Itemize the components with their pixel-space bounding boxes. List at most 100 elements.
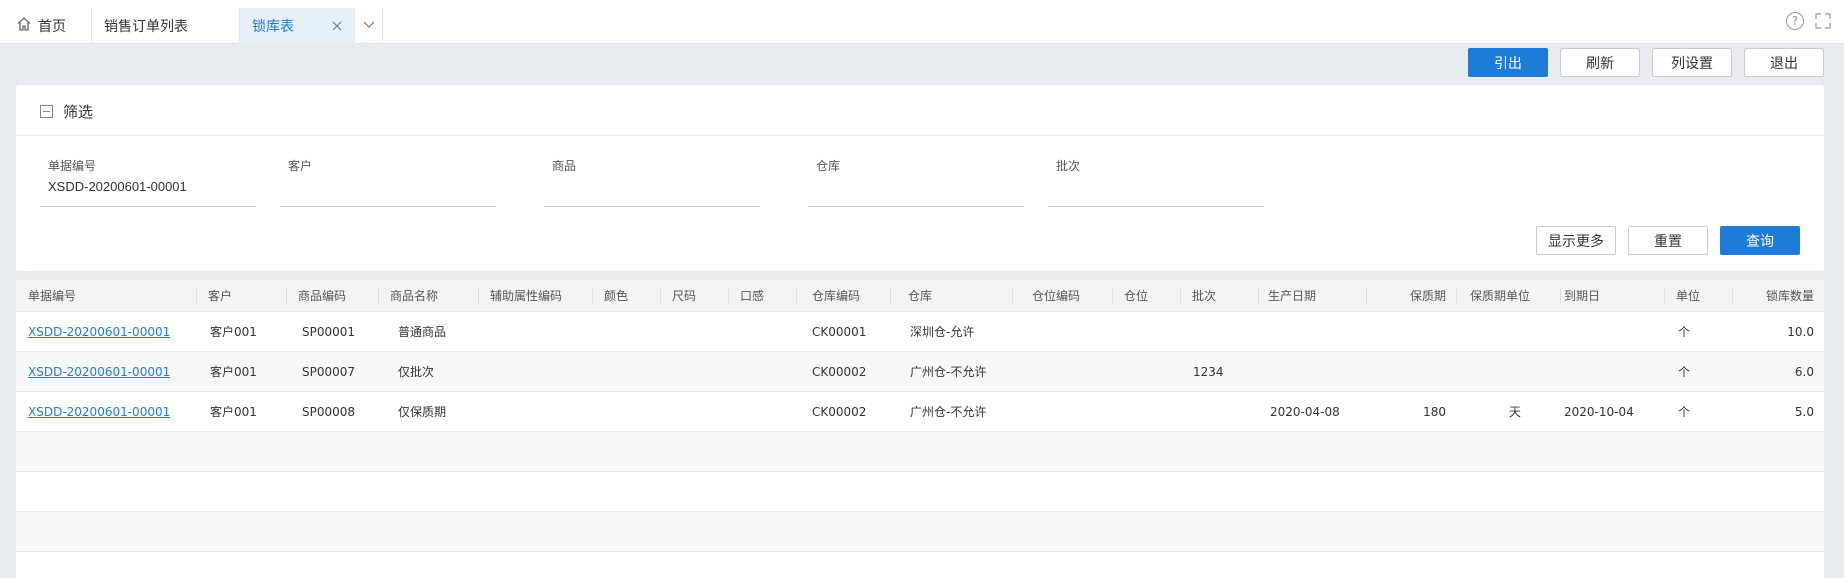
help-icon[interactable]: ?: [1786, 12, 1804, 30]
filter-header[interactable]: 筛选: [40, 101, 93, 122]
col-doc-no[interactable]: 单据编号: [28, 280, 76, 312]
col-color[interactable]: 颜色: [604, 280, 628, 312]
cell-shelf-life: [1376, 352, 1446, 392]
col-separator[interactable]: [660, 288, 661, 304]
col-separator[interactable]: [1180, 288, 1181, 304]
warehouse-label: 仓库: [816, 159, 841, 173]
col-separator[interactable]: [1012, 288, 1013, 304]
col-separator[interactable]: [1112, 288, 1113, 304]
batch-field[interactable]: 批次: [1048, 157, 1264, 207]
cell-expiry: 2020-10-04: [1564, 405, 1634, 419]
table-row[interactable]: XSDD-20200601-00001 客户001 SP00007 仅批次 CK…: [16, 352, 1824, 392]
col-size[interactable]: 尺码: [672, 280, 696, 312]
col-separator[interactable]: [1366, 288, 1367, 304]
product-field[interactable]: 商品: [544, 157, 760, 207]
customer-field[interactable]: 客户: [280, 157, 496, 207]
col-separator[interactable]: [1456, 288, 1457, 304]
col-separator[interactable]: [196, 288, 197, 304]
refresh-button[interactable]: 刷新: [1560, 48, 1640, 77]
cell-customer: 客户001: [210, 325, 257, 339]
col-qty[interactable]: 锁库数量: [1732, 280, 1814, 312]
col-separator[interactable]: [592, 288, 593, 304]
cell-name: 普通商品: [398, 325, 447, 339]
cell-sku: SP00001: [302, 325, 356, 339]
close-icon[interactable]: [330, 19, 344, 33]
tab-bar: 首页 销售订单列表 锁库表 ?: [0, 0, 1844, 44]
doc-no-link[interactable]: XSDD-20200601-00001: [28, 312, 170, 352]
tab-sales-order-list[interactable]: 销售订单列表: [92, 8, 240, 44]
col-separator[interactable]: [1560, 288, 1561, 304]
col-name[interactable]: 商品名称: [390, 280, 438, 312]
cell-shelf-life: [1376, 312, 1446, 352]
col-batch[interactable]: 批次: [1192, 280, 1216, 312]
col-separator[interactable]: [378, 288, 379, 304]
col-shelf-life[interactable]: 保质期: [1376, 280, 1446, 312]
tab-home[interactable]: 首页: [0, 8, 92, 44]
tab-home-label: 首页: [38, 19, 66, 35]
col-loc[interactable]: 仓位: [1124, 280, 1148, 312]
col-separator[interactable]: [796, 288, 797, 304]
cell-sku: SP00008: [302, 405, 356, 419]
reset-label: 重置: [1654, 233, 1682, 250]
cell-unit: 个: [1678, 405, 1691, 419]
col-separator[interactable]: [1664, 288, 1665, 304]
table-row[interactable]: XSDD-20200601-00001 客户001 SP00001 普通商品 C…: [16, 312, 1824, 352]
col-shelf-unit[interactable]: 保质期单位: [1470, 280, 1530, 312]
tab-sales-order-list-label: 销售订单列表: [104, 19, 188, 35]
table-row[interactable]: XSDD-20200601-00001 客户001 SP00008 仅保质期 C…: [16, 392, 1824, 432]
cell-name: 仅批次: [398, 365, 435, 379]
tab-more-button[interactable]: [355, 8, 383, 44]
col-sku[interactable]: 商品编码: [298, 280, 346, 312]
tab-lock-table[interactable]: 锁库表: [240, 8, 355, 44]
filter-title: 筛选: [63, 103, 94, 121]
column-settings-button[interactable]: 列设置: [1652, 48, 1732, 77]
empty-row: [16, 512, 1824, 552]
col-wh[interactable]: 仓库: [908, 280, 932, 312]
query-button[interactable]: 查询: [1720, 226, 1800, 255]
cell-shelf-unit: [1470, 352, 1560, 392]
col-separator[interactable]: [478, 288, 479, 304]
warehouse-field[interactable]: 仓库: [808, 157, 1024, 207]
cell-shelf-life: 180: [1423, 405, 1446, 419]
reset-button[interactable]: 重置: [1628, 226, 1708, 255]
doc-no-label: 单据编号: [48, 159, 97, 173]
tab-lock-table-label: 锁库表: [252, 19, 294, 35]
cell-qty: 6.0: [1794, 365, 1814, 379]
cell-qty: 10.0: [1787, 325, 1814, 339]
cell-name: 仅保质期: [398, 405, 447, 419]
col-separator[interactable]: [1258, 288, 1259, 304]
col-aux[interactable]: 辅助属性编码: [490, 280, 562, 312]
exit-button[interactable]: 退出: [1744, 48, 1824, 77]
col-expiry[interactable]: 到期日: [1564, 280, 1600, 312]
doc-no-link[interactable]: XSDD-20200601-00001: [28, 392, 170, 432]
col-separator[interactable]: [890, 288, 891, 304]
doc-no-value: XSDD-20200601-00001: [48, 179, 187, 194]
col-separator[interactable]: [286, 288, 287, 304]
export-button[interactable]: 引出: [1468, 48, 1548, 77]
col-loc-code[interactable]: 仓位编码: [1032, 280, 1080, 312]
customer-label: 客户: [288, 159, 313, 173]
empty-row: [16, 552, 1824, 578]
col-taste[interactable]: 口感: [740, 280, 764, 312]
exit-button-label: 退出: [1770, 55, 1798, 72]
doc-no-link[interactable]: XSDD-20200601-00001: [28, 352, 170, 392]
table-header: 单据编号 客户 商品编码 商品名称 辅助属性编码 颜色 尺码 口感 仓库编码 仓…: [16, 280, 1824, 312]
col-mfg-date[interactable]: 生产日期: [1268, 280, 1316, 312]
filter-panel: 筛选 单据编号 XSDD-20200601-00001 客户 商品 仓库 批次 …: [16, 85, 1824, 271]
show-more-button[interactable]: 显示更多: [1536, 226, 1616, 255]
col-wh-code[interactable]: 仓库编码: [812, 280, 860, 312]
collapse-icon[interactable]: [40, 105, 53, 118]
product-label: 商品: [552, 159, 577, 173]
cell-wh-code: CK00001: [812, 325, 867, 339]
cell-shelf-unit: 天: [1508, 405, 1521, 419]
doc-no-field[interactable]: 单据编号 XSDD-20200601-00001: [40, 157, 256, 207]
col-unit[interactable]: 单位: [1676, 280, 1700, 312]
filter-divider: [16, 135, 1824, 136]
empty-row: [16, 432, 1824, 472]
col-customer[interactable]: 客户: [208, 280, 232, 312]
chevron-down-icon: [362, 17, 376, 35]
empty-row: [16, 472, 1824, 512]
col-separator[interactable]: [728, 288, 729, 304]
cell-sku: SP00007: [302, 365, 356, 379]
fullscreen-icon[interactable]: [1814, 12, 1832, 30]
